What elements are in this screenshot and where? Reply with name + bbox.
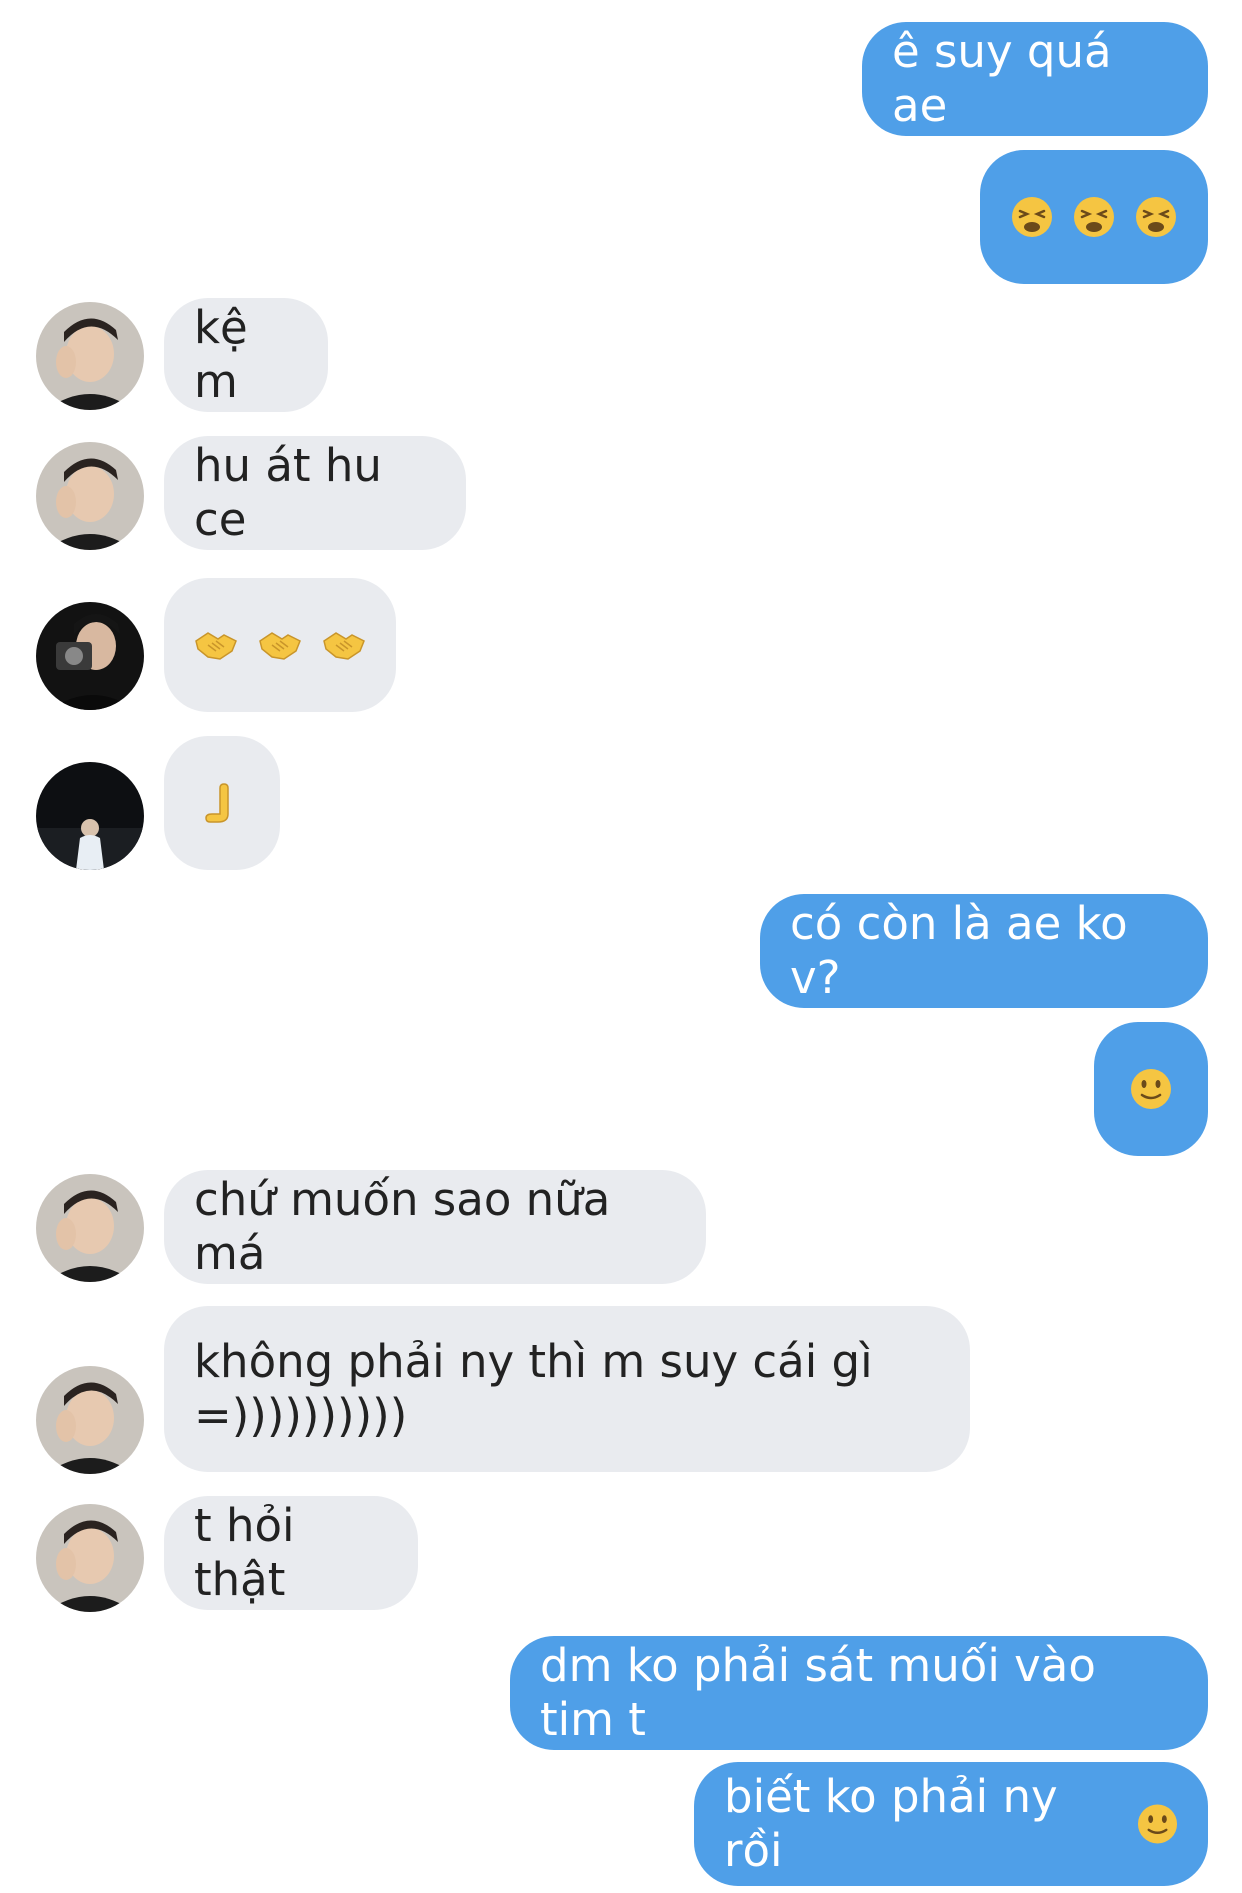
- message-bubble[interactable]: hu át hu ce: [164, 436, 466, 550]
- raised-back-of-hand-icon: [205, 783, 229, 823]
- avatar[interactable]: [36, 602, 144, 710]
- person-a-avatar-icon: [36, 302, 144, 410]
- message-text: biết ko phải ny rồi: [724, 1770, 1058, 1877]
- message-text: ê suy quá ae: [892, 25, 1112, 132]
- weary-face-icon: [1012, 197, 1052, 237]
- message-bubble[interactable]: [1094, 1022, 1208, 1156]
- person-a-avatar-icon: [36, 442, 144, 550]
- message-text: hu át hu ce: [194, 439, 382, 546]
- avatar[interactable]: [36, 762, 144, 870]
- emoji-row: [1011, 196, 1177, 238]
- person-b-avatar-icon: [36, 602, 144, 710]
- message-bubble[interactable]: [980, 150, 1208, 284]
- slightly-smiling-face-icon: [1137, 1804, 1178, 1844]
- message-bubble[interactable]: dm ko phải sát muối vào tim t: [510, 1636, 1208, 1750]
- message-bubble[interactable]: chứ muốn sao nữa má: [164, 1170, 706, 1284]
- message-bubble[interactable]: [164, 578, 396, 712]
- message-bubble[interactable]: có còn là ae ko v?: [760, 894, 1208, 1008]
- message-bubble[interactable]: không phải ny thì m suy cái gì =))))))))…: [164, 1306, 970, 1472]
- message-bubble[interactable]: kệ m: [164, 298, 328, 412]
- avatar[interactable]: [36, 442, 144, 550]
- handshake-icon: [259, 632, 301, 660]
- chat-thread[interactable]: ê suy quá ae kệ m hu át hu ce có còn là …: [0, 0, 1242, 1893]
- person-a-avatar-icon: [36, 1366, 144, 1474]
- avatar[interactable]: [36, 302, 144, 410]
- message-text: không phải ny thì m suy cái gì =))))))))…: [194, 1335, 873, 1442]
- handshake-icon: [195, 632, 237, 660]
- message-text: có còn là ae ko v?: [790, 897, 1128, 1004]
- weary-face-icon: [1074, 197, 1114, 237]
- weary-face-icon: [1136, 197, 1176, 237]
- handshake-icon: [323, 632, 365, 660]
- emoji-row: [194, 627, 366, 663]
- person-a-avatar-icon: [36, 1504, 144, 1612]
- avatar[interactable]: [36, 1174, 144, 1282]
- avatar[interactable]: [36, 1366, 144, 1474]
- message-bubble[interactable]: [164, 736, 280, 870]
- avatar[interactable]: [36, 1504, 144, 1612]
- message-text: t hỏi thật: [194, 1499, 295, 1606]
- person-a-avatar-icon: [36, 1174, 144, 1282]
- message-text: kệ m: [194, 301, 248, 408]
- message-text: chứ muốn sao nữa má: [194, 1173, 611, 1280]
- slightly-smiling-face-icon: [1131, 1069, 1171, 1109]
- person-c-avatar-icon: [36, 762, 144, 870]
- message-bubble[interactable]: biết ko phải ny rồi: [694, 1762, 1208, 1886]
- message-bubble[interactable]: ê suy quá ae: [862, 22, 1208, 136]
- message-bubble[interactable]: t hỏi thật: [164, 1496, 418, 1610]
- message-text: dm ko phải sát muối vào tim t: [540, 1639, 1096, 1746]
